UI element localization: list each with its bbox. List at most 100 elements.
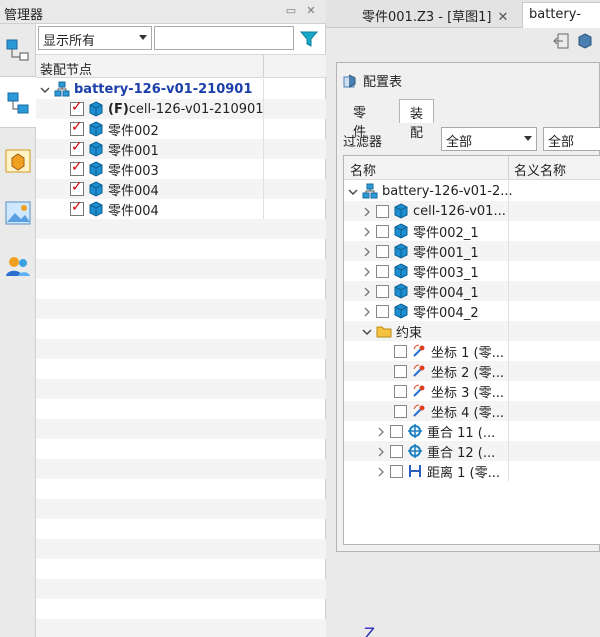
- tree-node-label: 零件004: [108, 183, 159, 199]
- tab-battery[interactable]: battery-: [522, 2, 600, 28]
- chevron-right-icon[interactable]: [362, 246, 372, 257]
- part-cube-icon: [393, 243, 409, 259]
- chevron-down-icon: [139, 35, 147, 40]
- close-icon[interactable]: ✕: [304, 4, 318, 18]
- config-row-coord[interactable]: 坐标 3 (零...: [394, 381, 504, 401]
- tree-node-part[interactable]: 零件004: [70, 199, 159, 219]
- view-cube-icon[interactable]: [576, 32, 594, 50]
- visibility-checkbox[interactable]: [70, 179, 84, 196]
- config-row-coord[interactable]: 坐标 1 (零...: [394, 341, 504, 361]
- config-row-label: 坐标 1 (零...: [431, 345, 505, 361]
- folder-icon: [376, 323, 392, 339]
- config-row-label: 零件003_1: [413, 265, 479, 281]
- config-table: 名称 名义名称 battery-126-v01-2... cell-126-v0…: [343, 155, 600, 545]
- chevron-right-icon[interactable]: [362, 266, 372, 277]
- tab-label: battery-: [529, 7, 581, 22]
- config-row-constraints[interactable]: 约束: [362, 321, 422, 341]
- part-view-icon[interactable]: [3, 146, 33, 176]
- row-checkbox[interactable]: [390, 464, 403, 478]
- tree-node-part[interactable]: 零件004: [70, 179, 159, 199]
- coordinate-constraint-icon: [411, 363, 427, 379]
- tree-node-part[interactable]: 零件002: [70, 119, 159, 139]
- close-icon[interactable]: ✕: [498, 10, 509, 25]
- history-tree-icon[interactable]: [3, 34, 33, 64]
- assembly-tree-icon[interactable]: [0, 76, 37, 128]
- row-checkbox[interactable]: [390, 444, 403, 458]
- config-row-coincide[interactable]: 重合 11 (...: [376, 421, 495, 441]
- row-checkbox[interactable]: [376, 284, 389, 298]
- filter-text-input[interactable]: [154, 26, 294, 50]
- row-checkbox[interactable]: [376, 204, 389, 218]
- exit-icon[interactable]: [552, 32, 570, 50]
- tab-part[interactable]: 零件: [343, 99, 376, 140]
- display-filter-select[interactable]: 显示所有: [38, 26, 152, 50]
- config-row-part[interactable]: cell-126-v01...: [362, 201, 506, 221]
- tab-label: 零件001.Z3 - [草图1]: [362, 10, 492, 25]
- chevron-right-icon[interactable]: [362, 226, 372, 237]
- row-checkbox[interactable]: [394, 404, 407, 418]
- part-cube-icon: [88, 181, 104, 197]
- image-view-icon[interactable]: [3, 198, 33, 228]
- chevron-down-icon[interactable]: [348, 186, 358, 196]
- part-cube-icon: [393, 283, 409, 299]
- pin-icon[interactable]: ▭: [284, 4, 298, 18]
- config-row-part[interactable]: 零件001_1: [362, 241, 479, 261]
- tree-node-part[interactable]: (F) cell-126-v01-210901: [70, 99, 264, 119]
- config-row-part[interactable]: 零件003_1: [362, 261, 479, 281]
- tab-part001-sketch[interactable]: 零件001.Z3 - [草图1] ✕: [356, 2, 514, 28]
- visibility-checkbox[interactable]: [70, 99, 84, 116]
- config-row-part[interactable]: 零件002_1: [362, 221, 479, 241]
- chevron-down-icon[interactable]: [362, 326, 372, 336]
- fixed-prefix: (F): [108, 101, 129, 117]
- visibility-checkbox[interactable]: [70, 119, 84, 136]
- chevron-right-icon[interactable]: [376, 446, 386, 457]
- row-checkbox[interactable]: [376, 224, 389, 238]
- part-cube-icon: [393, 223, 409, 239]
- filter-select-1-value: 全部: [446, 135, 473, 150]
- chevron-right-icon[interactable]: [362, 286, 372, 297]
- chevron-down-icon[interactable]: [40, 84, 50, 94]
- config-row-distance[interactable]: 距离 1 (零...: [376, 461, 500, 481]
- part-cube-icon: [393, 303, 409, 319]
- row-checkbox[interactable]: [394, 364, 407, 378]
- visibility-checkbox[interactable]: [70, 199, 84, 216]
- config-row-label: 重合 12 (...: [427, 445, 496, 461]
- coordinate-constraint-icon: [411, 383, 427, 399]
- row-checkbox[interactable]: [390, 424, 403, 438]
- filter-select-2[interactable]: 全部: [543, 127, 600, 151]
- part-cube-icon: [88, 201, 104, 217]
- part-cube-icon: [88, 121, 104, 137]
- tree-node-label: 零件003: [108, 163, 159, 179]
- chevron-right-icon[interactable]: [362, 306, 372, 317]
- config-table-header: 名称 名义名称: [344, 156, 600, 180]
- manager-title: 管理器: [4, 8, 44, 23]
- row-checkbox[interactable]: [376, 264, 389, 278]
- distance-constraint-icon: [407, 463, 423, 479]
- filter-funnel-icon[interactable]: [299, 29, 319, 49]
- coordinate-constraint-icon: [411, 403, 427, 419]
- tree-node-part[interactable]: 零件003: [70, 159, 159, 179]
- part-cube-icon: [393, 203, 409, 219]
- visibility-checkbox[interactable]: [70, 139, 84, 156]
- config-row-root[interactable]: battery-126-v01-2...: [348, 181, 513, 201]
- config-row-coincide[interactable]: 重合 12 (...: [376, 441, 495, 461]
- tab-assembly[interactable]: 装配: [399, 99, 435, 141]
- config-row-part[interactable]: 零件004_2: [362, 301, 479, 321]
- chevron-right-icon[interactable]: [376, 466, 386, 477]
- row-checkbox[interactable]: [394, 344, 407, 358]
- row-checkbox[interactable]: [394, 384, 407, 398]
- users-icon[interactable]: [3, 252, 33, 282]
- tree-node-part[interactable]: 零件001: [70, 139, 159, 159]
- config-row-coord[interactable]: 坐标 2 (零...: [394, 361, 504, 381]
- chevron-right-icon[interactable]: [362, 206, 372, 217]
- row-checkbox[interactable]: [376, 244, 389, 258]
- assembly-icon: [362, 183, 378, 199]
- config-row-part[interactable]: 零件004_1: [362, 281, 479, 301]
- visibility-checkbox[interactable]: [70, 159, 84, 176]
- chevron-right-icon[interactable]: [376, 426, 386, 437]
- filter-select-1[interactable]: 全部: [441, 127, 537, 151]
- config-row-coord[interactable]: 坐标 4 (零...: [394, 401, 504, 421]
- assembly-tree: battery-126-v01-210901 (F) cell-126-v01-…: [36, 79, 326, 637]
- tree-node-root[interactable]: battery-126-v01-210901: [40, 79, 252, 99]
- row-checkbox[interactable]: [376, 304, 389, 318]
